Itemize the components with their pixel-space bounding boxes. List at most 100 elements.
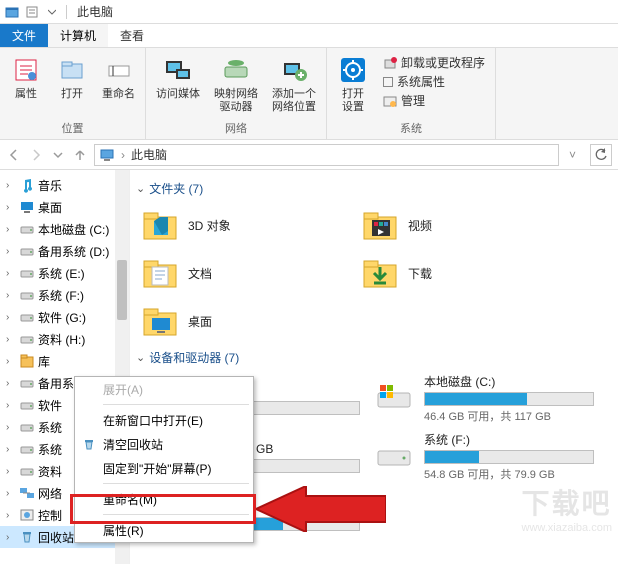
drive-item[interactable]: 本地磁盘 (C:)46.4 GB 可用，共 117 GB (370, 370, 600, 426)
context-menu: 展开(A) 在新窗口中打开(E) 清空回收站 固定到"开始"屏幕(P) 重命名(… (74, 376, 254, 543)
media-icon (162, 54, 194, 86)
tree-item-label: 网络 (38, 485, 62, 502)
ribbon-tabs: 文件 计算机 查看 (0, 24, 618, 48)
ribbon-properties-button[interactable]: 属性 (6, 52, 46, 118)
tree-item-label: 音乐 (38, 177, 62, 194)
tree-item-label: 系统 (38, 419, 62, 436)
drive-icon (372, 436, 416, 476)
chevron-right-icon: › (6, 400, 16, 411)
tree-item[interactable]: ›系统 (E:) (0, 262, 129, 284)
folder-item[interactable]: 文档 (136, 249, 356, 297)
tab-file[interactable]: 文件 (0, 24, 48, 47)
window-title: 此电脑 (77, 3, 113, 20)
drive-item[interactable]: 系统 (F:)54.8 GB 可用，共 79.9 GB (370, 428, 600, 484)
scrollbar-thumb[interactable] (117, 260, 127, 320)
address-dropdown-button[interactable]: ˅ (565, 148, 580, 162)
chevron-right-icon: › (6, 180, 16, 191)
tree-item-label: 备用系统 (D:) (38, 243, 109, 260)
rename-icon (103, 54, 135, 86)
drive-usage-bar (424, 392, 594, 406)
drive-icon (19, 331, 35, 347)
nav-back-button[interactable] (6, 147, 22, 163)
tree-item[interactable]: › 备用系统 (D:) (0, 240, 129, 262)
drive-icon (19, 309, 35, 325)
ribbon-sysprops-item[interactable]: 系统属性 (383, 73, 485, 90)
chevron-right-icon: › (6, 312, 16, 323)
drive-usage-bar (424, 450, 594, 464)
menu-open-new-window[interactable]: 在新窗口中打开(E) (75, 408, 253, 432)
recycle-icon (19, 529, 35, 545)
drive-icon (19, 441, 35, 457)
group-label-location: 位置 (62, 118, 84, 139)
ribbon-map-drive-button[interactable]: 映射网络 驱动器 (210, 52, 262, 118)
tree-item[interactable]: ›库 (0, 350, 129, 372)
folder-item[interactable]: 桌面 (136, 297, 356, 345)
chevron-right-icon: › (6, 488, 16, 499)
drive-icon (372, 378, 416, 418)
ribbon-add-location-button[interactable]: 添加一个 网络位置 (268, 52, 320, 118)
ribbon-group-network: 访问媒体 映射网络 驱动器 添加一个 网络位置 网络 (146, 48, 327, 139)
chevron-right-icon: › (6, 378, 16, 389)
nav-recent-button[interactable] (50, 147, 66, 163)
tree-item[interactable]: ›系统 (F:) (0, 284, 129, 306)
drive-icon (19, 243, 35, 259)
chevron-right-icon: › (6, 246, 16, 257)
refresh-button[interactable] (590, 144, 612, 166)
nav-up-button[interactable] (72, 147, 88, 163)
folder-label: 视频 (408, 217, 432, 234)
ribbon-uninstall-item[interactable]: 卸载或更改程序 (383, 54, 485, 71)
qat-properties-icon[interactable] (24, 4, 40, 20)
tree-item[interactable]: ›资料 (H:) (0, 328, 129, 350)
folder-label: 3D 对象 (188, 217, 231, 234)
tree-item[interactable]: ›本地磁盘 (C:) (0, 218, 129, 240)
folder-label: 下载 (408, 265, 432, 282)
folder-item[interactable]: 3D 对象 (136, 201, 356, 249)
address-box[interactable]: › 此电脑 (94, 144, 559, 166)
chevron-right-icon: › (6, 466, 16, 477)
tab-computer[interactable]: 计算机 (48, 24, 108, 47)
section-folders-header[interactable]: ⌄ 文件夹 (7) (136, 176, 618, 201)
uninstall-icon (383, 56, 397, 70)
ribbon-open-settings-button[interactable]: 打开 设置 (333, 52, 373, 118)
group-label-network: 网络 (225, 118, 247, 139)
tree-item-label: 库 (38, 353, 50, 370)
chevron-down-icon: ⌄ (136, 351, 145, 364)
address-bar: › 此电脑 ˅ (0, 140, 618, 170)
qat-dropdown-icon[interactable] (44, 4, 60, 20)
menu-empty-recycle-bin[interactable]: 清空回收站 (75, 432, 253, 456)
folder-label: 桌面 (188, 313, 212, 330)
desktopfolder-icon (140, 301, 180, 341)
nav-forward-button[interactable] (28, 147, 44, 163)
net-icon (19, 485, 35, 501)
tree-item[interactable]: › 音乐 (0, 174, 129, 196)
menu-pin-start[interactable]: 固定到"开始"屏幕(P) (75, 456, 253, 480)
drive-icon (19, 287, 35, 303)
section-drives-header[interactable]: ⌄ 设备和驱动器 (7) (136, 345, 618, 370)
music-icon (19, 177, 35, 193)
drive-name: 系统 (F:) (424, 431, 598, 448)
chevron-right-icon: › (6, 444, 16, 455)
folder-item[interactable]: 视频 (356, 201, 586, 249)
folder-item[interactable]: 下载 (356, 249, 586, 297)
ribbon-media-button[interactable]: 访问媒体 (152, 52, 204, 118)
recycle-icon (81, 436, 97, 452)
menu-properties[interactable]: 属性(R) (75, 518, 253, 542)
tree-item-label: 控制 (38, 507, 62, 524)
add-location-icon (278, 54, 310, 86)
tree-item[interactable]: ›软件 (G:) (0, 306, 129, 328)
tree-item-label: 资料 (38, 463, 62, 480)
open-icon (56, 54, 88, 86)
tree-item-label: 桌面 (38, 199, 62, 216)
tree-item[interactable]: › 桌面 (0, 196, 129, 218)
ribbon-manage-item[interactable]: 管理 (383, 92, 485, 109)
tree-item-label: 系统 (F:) (38, 287, 84, 304)
title-bar: 此电脑 (0, 0, 618, 24)
chevron-right-icon: › (6, 268, 16, 279)
ribbon-open-button[interactable]: 打开 (52, 52, 92, 118)
ribbon-rename-button[interactable]: 重命名 (98, 52, 139, 118)
drive-free-text: 46.4 GB 可用，共 117 GB (424, 408, 598, 424)
tab-view[interactable]: 查看 (108, 24, 156, 47)
menu-rename[interactable]: 重命名(M) (75, 487, 253, 511)
chevron-right-icon: › (6, 202, 16, 213)
breadcrumb-location[interactable]: 此电脑 (131, 146, 167, 163)
